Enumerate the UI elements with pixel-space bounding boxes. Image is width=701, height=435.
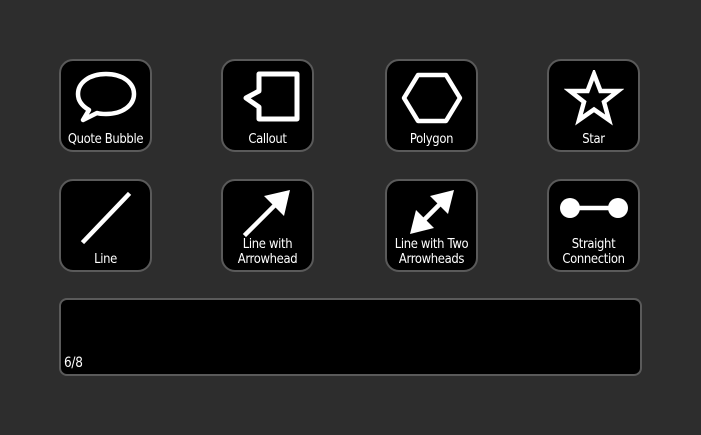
star-button[interactable]: Star [547, 59, 640, 152]
line-with-arrowhead-label: Line with Arrowhead [237, 236, 298, 267]
polygon-button[interactable]: Polygon [385, 59, 478, 152]
page-indicator: 6/8 [64, 355, 83, 371]
callout-icon [243, 71, 299, 122]
line-with-two-arrowheads-button[interactable]: Line with Two Arrowheads [385, 179, 478, 272]
quote-bubble-label: Quote Bubble [67, 131, 144, 147]
line-icon [80, 191, 131, 245]
arrow-icon [242, 190, 290, 238]
line-with-two-arrowheads-label: Line with Two Arrowheads [394, 236, 469, 267]
double-arrow-icon [409, 190, 454, 234]
connector-icon [559, 198, 628, 218]
line-button[interactable]: Line [59, 179, 152, 272]
callout-label: Callout [248, 131, 287, 147]
star-label: Star [582, 131, 605, 147]
quote-bubble-icon [75, 71, 136, 123]
polygon-icon [401, 72, 462, 124]
straight-connection-button[interactable]: Straight Connection [547, 179, 640, 272]
star-icon [563, 70, 624, 126]
polygon-label: Polygon [409, 131, 454, 147]
quote-bubble-button[interactable]: Quote Bubble [59, 59, 152, 152]
straight-connection-label: Straight Connection [562, 236, 625, 267]
callout-button[interactable]: Callout [221, 59, 314, 152]
line-label: Line [94, 251, 117, 267]
preview-panel: 6/8 [59, 298, 642, 376]
line-with-arrowhead-button[interactable]: Line with Arrowhead [221, 179, 314, 272]
